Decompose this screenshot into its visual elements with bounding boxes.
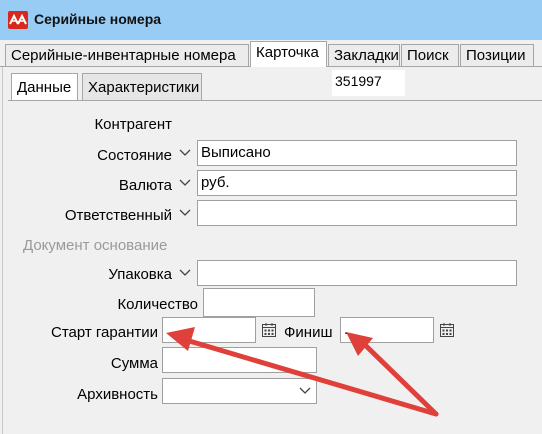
sum-label: Сумма <box>110 355 158 372</box>
window-titlebar: Серийные номера <box>0 0 542 40</box>
contragent-label: Контрагент <box>94 116 172 133</box>
package-chevron-down-icon[interactable] <box>176 260 194 286</box>
package-field[interactable] <box>197 260 517 286</box>
subtab-characteristics[interactable]: Характеристики <box>82 73 202 100</box>
card-number: 351997 <box>332 70 405 96</box>
status-label: Состояние <box>97 147 172 164</box>
app-logo-icon <box>8 11 28 29</box>
tab-serial-inventory-numbers[interactable]: Серийные-инвентарные номера <box>5 44 249 66</box>
subtab-strip-divider <box>8 100 542 101</box>
finish-label: Финиш <box>284 324 333 341</box>
responsible-chevron-down-icon[interactable] <box>176 200 194 226</box>
tab-label: Позиции <box>466 47 526 64</box>
window-title: Серийные номера <box>34 11 162 27</box>
calendar-icon[interactable] <box>261 322 277 338</box>
package-label: Упаковка <box>108 266 172 283</box>
calendar-icon[interactable] <box>439 322 455 338</box>
currency-field[interactable]: руб. <box>197 170 517 196</box>
archive-chevron-down-icon[interactable] <box>296 378 314 404</box>
archive-select[interactable] <box>162 378 317 404</box>
tab-search[interactable]: Поиск <box>401 44 459 66</box>
tab-label: Закладки <box>334 47 399 64</box>
tab-card[interactable]: Карточка <box>250 41 327 67</box>
tab-label: Серийные-инвентарные номера <box>11 47 236 64</box>
tab-positions[interactable]: Позиции <box>460 44 534 66</box>
subtab-label: Данные <box>17 79 72 96</box>
tab-bookmarks[interactable]: Закладки <box>328 44 400 66</box>
status-chevron-down-icon[interactable] <box>176 140 194 166</box>
quantity-label: Количество <box>117 296 198 313</box>
finish-field[interactable]: . <box>340 317 434 343</box>
status-field[interactable]: Выписано <box>197 140 517 166</box>
subtab-data[interactable]: Данные <box>11 73 78 100</box>
warranty-start-field[interactable] <box>162 317 256 343</box>
currency-chevron-down-icon[interactable] <box>176 170 194 196</box>
sum-field[interactable] <box>162 347 317 373</box>
base-document-label: Документ основание <box>23 237 168 254</box>
tab-label: Поиск <box>407 47 449 64</box>
responsible-field[interactable] <box>197 200 517 226</box>
responsible-label: Ответственный <box>64 207 172 224</box>
currency-label: Валюта <box>118 177 172 194</box>
subtab-label: Характеристики <box>88 79 200 96</box>
tab-label: Карточка <box>256 44 319 61</box>
quantity-field[interactable] <box>203 288 315 317</box>
archive-label: Архивность <box>77 386 158 403</box>
warranty-start-label: Старт гарантии <box>50 324 158 341</box>
